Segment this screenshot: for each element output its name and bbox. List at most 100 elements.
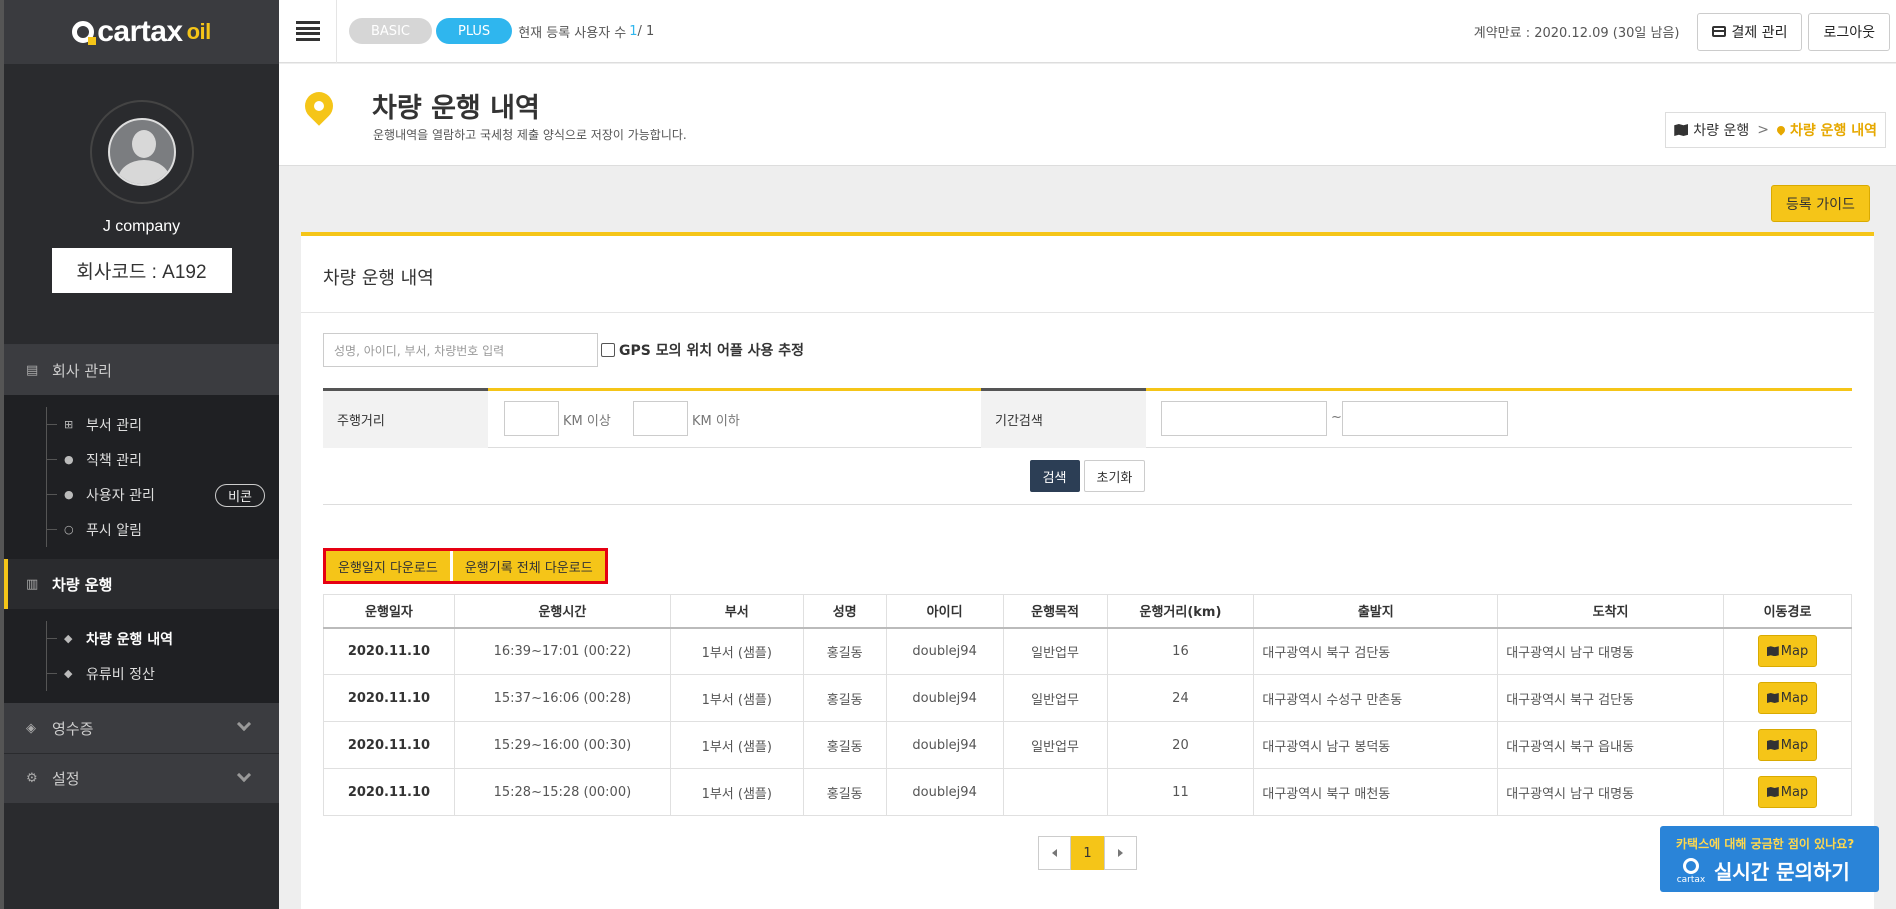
vehicle-sub-list: ◆ 차량 운행 내역 ◆ 유류비 정산	[4, 609, 279, 703]
page-button[interactable]: 1	[1071, 836, 1104, 870]
map-icon	[1766, 646, 1779, 657]
distance-label: 주행거리	[323, 388, 488, 448]
history-panel: 차량 운행 내역 성명, 아이디, 부서, 차량번호 입력 GPS 모의 위치 …	[301, 232, 1874, 909]
logout-button[interactable]: 로그아웃	[1808, 12, 1890, 51]
registration-guide-button[interactable]: 등록 가이드	[1771, 185, 1870, 222]
comment-icon: ○	[64, 523, 74, 536]
column-header[interactable]: 출발지	[1253, 594, 1499, 629]
nav-vehicle[interactable]: ▥ 차량 운행	[4, 559, 279, 609]
cell-time: 15:28~15:28 (00:00)	[453, 768, 671, 816]
column-header[interactable]: 부서	[669, 594, 804, 629]
sidebar-item-label: 유류비 정산	[86, 666, 155, 683]
column-header[interactable]: 운행일자	[323, 594, 455, 629]
map-icon	[1766, 740, 1779, 750]
sidebar-item-label: 차량 운행 내역	[86, 631, 174, 648]
cell-from: 대구광역시 남구 봉덕동	[1253, 721, 1499, 769]
nav-receipt[interactable]: ◈ 영수증	[4, 703, 279, 753]
breadcrumb-current: 차량 운행 내역	[1789, 123, 1877, 139]
gps-filter[interactable]: GPS 모의 위치 어플 사용 추정	[601, 340, 804, 360]
column-header[interactable]: 성명	[802, 594, 887, 629]
column-header[interactable]: 운행목적	[1002, 594, 1108, 629]
plan-plus-pill[interactable]: PLUS	[435, 18, 513, 44]
chat-question: 카택스에 대해 궁금한 점이 있나요?	[1676, 837, 1855, 851]
prev-page-button[interactable]	[1038, 836, 1071, 870]
download-log-button[interactable]: 운행일지 다운로드	[326, 551, 453, 581]
map-button[interactable]: Map	[1757, 776, 1818, 808]
plan-basic-pill[interactable]: BASIC	[349, 18, 432, 44]
sidebar: cartax oil J company 회사코드 : A192 ▤ 회사 관리…	[0, 0, 279, 909]
sidebar-item-users[interactable]: ● 사용자 관리 비콘	[4, 477, 279, 512]
cell-to: 대구광역시 북구 검단동	[1497, 674, 1724, 722]
building-icon: ▤	[26, 362, 39, 378]
download-all-button[interactable]: 운행기록 전체 다운로드	[452, 551, 605, 581]
map-marker-icon: ◆	[64, 632, 73, 645]
sidebar-item-vehicle-history[interactable]: ◆ 차량 운행 내역	[4, 621, 279, 656]
topbar-right: 계약만료 : 2020.12.09 (30일 남음) 결제 관리 로그아웃	[1474, 0, 1896, 63]
chevron-right-icon	[1118, 849, 1123, 857]
sidebar-item-push[interactable]: ○ 푸시 알림	[4, 512, 279, 547]
logo-bar: cartax oil	[4, 0, 279, 64]
chevron-left-icon	[1052, 849, 1057, 857]
cell-from: 대구광역시 북구 검단동	[1253, 627, 1499, 675]
payment-label: 결제 관리	[1731, 24, 1788, 41]
user-plus-icon: ●	[64, 488, 74, 501]
chat-cta: 실시간 문의하기	[1714, 860, 1850, 884]
cell-distance: 11	[1106, 768, 1255, 816]
table-row[interactable]: 2020.11.10 15:28~15:28 (00:00) 1부서 (샘플) …	[323, 768, 1852, 816]
search-input[interactable]: 성명, 아이디, 부서, 차량번호 입력	[323, 333, 598, 367]
period-start-input[interactable]	[1161, 401, 1327, 436]
map-label: Map	[1780, 690, 1809, 706]
km-min-label: KM 이상	[563, 414, 611, 429]
gps-checkbox[interactable]	[601, 343, 615, 357]
next-page-button[interactable]	[1104, 836, 1137, 870]
map-button[interactable]: Map	[1757, 635, 1818, 668]
company-code: 회사코드 : A192	[51, 248, 232, 293]
cell-time: 16:39~17:01 (00:22)	[453, 627, 671, 675]
distance-max-input[interactable]	[633, 401, 688, 436]
distance-min-input[interactable]	[504, 401, 559, 436]
sidebar-item-departments[interactable]: ⊞ 부서 관리	[4, 407, 279, 442]
divider	[301, 312, 1874, 313]
cell-to: 대구광역시 북구 읍내동	[1497, 721, 1724, 769]
cell-name: 홍길동	[802, 674, 887, 722]
table-row[interactable]: 2020.11.10 15:37~16:06 (00:28) 1부서 (샘플) …	[323, 674, 1852, 722]
chevron-down-icon	[236, 767, 252, 783]
period-end-input[interactable]	[1342, 401, 1508, 436]
logo-text: cartax	[97, 15, 183, 48]
nav-company-management[interactable]: ▤ 회사 관리	[4, 345, 279, 395]
column-header[interactable]: 아이디	[885, 594, 1004, 629]
payment-button[interactable]: 결제 관리	[1697, 12, 1803, 51]
nav-settings[interactable]: ⚙ 설정	[4, 753, 279, 803]
map-label: Map	[1780, 784, 1809, 800]
cell-date: 2020.11.10	[323, 674, 455, 722]
nav-label: 설정	[52, 770, 80, 788]
sidebar-item-label: 부서 관리	[86, 417, 142, 434]
sidebar-item-fuel-settlement[interactable]: ◆ 유류비 정산	[4, 656, 279, 691]
map-button[interactable]: Map	[1757, 729, 1818, 761]
column-header[interactable]: 운행거리(km)	[1106, 594, 1255, 629]
cell-dept: 1부서 (샘플)	[669, 674, 804, 722]
map-icon: ▥	[26, 576, 39, 592]
cell-id: doublej94	[885, 674, 1004, 722]
breadcrumb: 차량 운행 > 차량 운행 내역	[1665, 112, 1886, 148]
table-row[interactable]: 2020.11.10 15:29~16:00 (00:30) 1부서 (샘플) …	[323, 721, 1852, 769]
map-button[interactable]: Map	[1757, 682, 1818, 714]
search-button[interactable]: 검색	[1029, 460, 1080, 492]
cell-distance: 24	[1106, 674, 1255, 722]
reset-button[interactable]: 초기화	[1083, 460, 1146, 492]
column-header[interactable]: 도착지	[1497, 594, 1724, 629]
logo[interactable]: cartax oil	[72, 15, 211, 49]
cell-name: 홍길동	[802, 721, 887, 769]
page-subtitle: 운행내역을 열람하고 국세청 제출 양식으로 저장이 가능합니다.	[373, 128, 687, 142]
breadcrumb-parent[interactable]: 차량 운행	[1693, 120, 1749, 140]
tag-icon: ◈	[26, 720, 36, 736]
cell-dept: 1부서 (샘플)	[669, 627, 804, 675]
beacon-badge[interactable]: 비콘	[215, 484, 265, 507]
sidebar-item-positions[interactable]: ● 직책 관리	[4, 442, 279, 477]
avatar	[89, 100, 194, 204]
user-count-total: / 1	[637, 23, 655, 39]
live-chat-button[interactable]: 카택스에 대해 궁금한 점이 있나요? cartax 실시간 문의하기	[1660, 826, 1879, 892]
table-row[interactable]: 2020.11.10 16:39~17:01 (00:22) 1부서 (샘플) …	[323, 627, 1852, 675]
column-header[interactable]: 운행시간	[453, 594, 671, 629]
menu-toggle-button[interactable]	[279, 0, 337, 63]
